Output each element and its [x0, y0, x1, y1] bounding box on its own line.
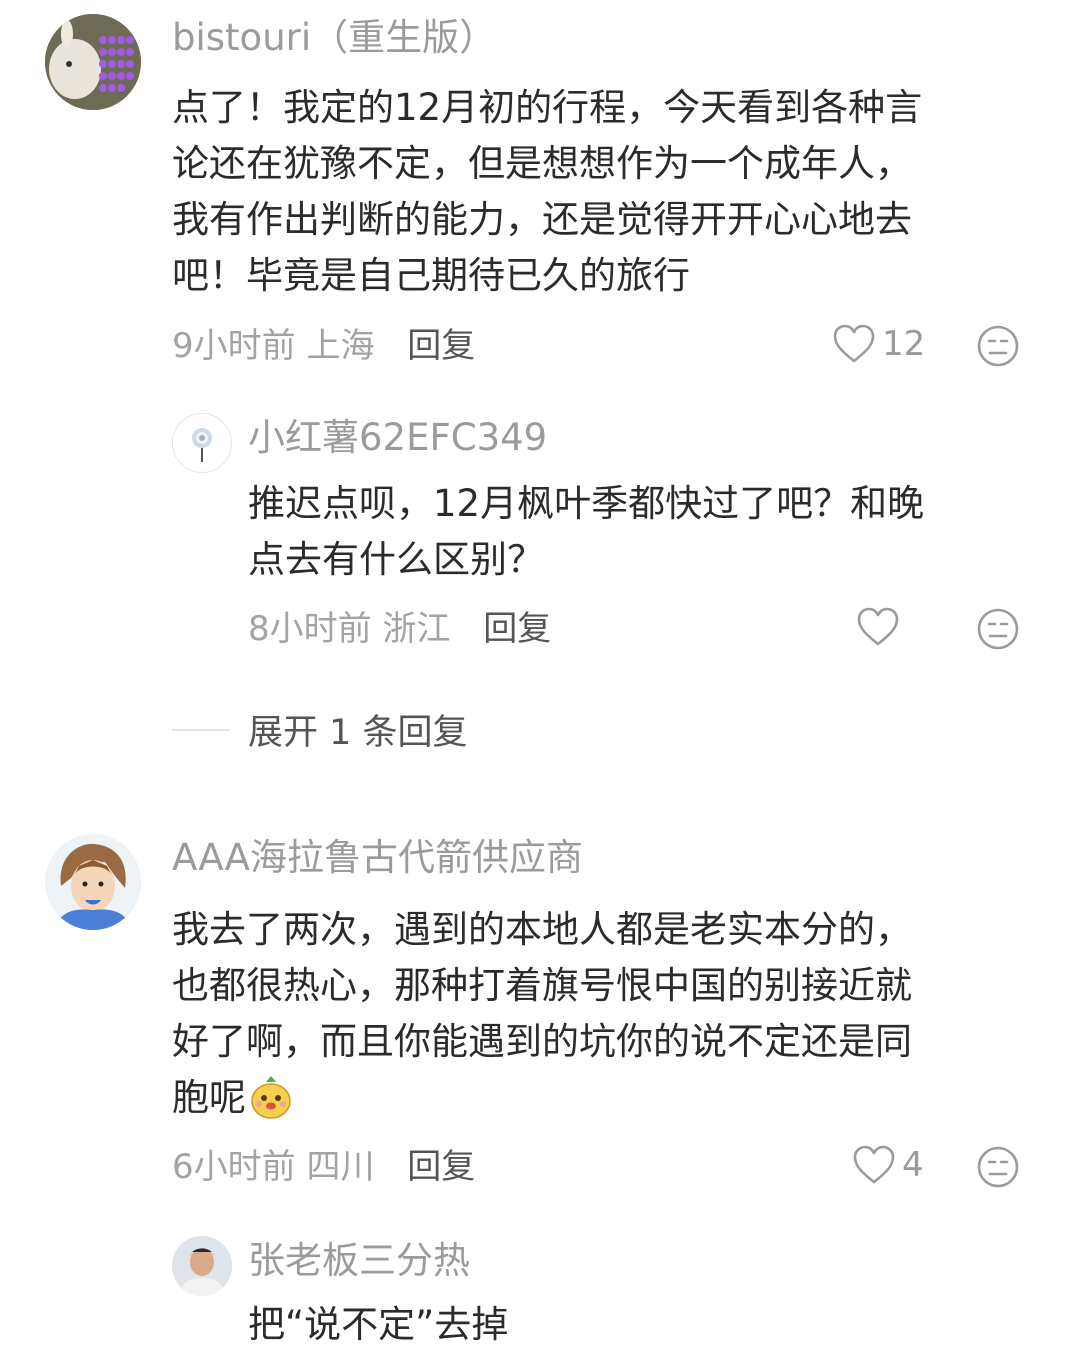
like-button[interactable]: 12 [832, 324, 925, 364]
reply-button[interactable]: 回复 [407, 1147, 475, 1187]
reply-text: 推迟点呗，12月枫叶季都快过了吧？和晚 点去有什么区别？ [248, 476, 924, 588]
like-button[interactable] [856, 607, 900, 647]
avatar[interactable] [172, 413, 232, 473]
timestamp: 8小时前 [248, 609, 372, 649]
reply-button[interactable]: 回复 [407, 326, 475, 366]
comment-line: 我去了两次，遇到的本地人都是老实本分的， [172, 908, 912, 951]
like-button[interactable]: 4 [852, 1145, 924, 1185]
comment-meta: 9小时前 上海 回复 [172, 324, 475, 368]
like-count: 12 [882, 324, 926, 364]
heart-outline-icon [853, 1145, 895, 1184]
timestamp: 9小时前 [172, 326, 296, 366]
comment-meta: 6小时前 四川 回复 [172, 1145, 475, 1189]
divider [172, 728, 230, 731]
reply-text: 把“说不定”去掉 [248, 1297, 508, 1353]
dislike-button[interactable] [976, 324, 1020, 372]
username[interactable]: 小红薯62EFC349 [248, 416, 547, 460]
comment-line: 吧！毕竟是自己期待已久的旅行 [172, 254, 690, 297]
expand-replies-button[interactable]: 展开 1 条回复 [172, 704, 468, 755]
avatar[interactable] [172, 1236, 232, 1296]
meh-face-icon [977, 325, 1019, 367]
comment-line: 点了！我定的12月初的行程，今天看到各种言 [172, 86, 923, 129]
reply-button[interactable]: 回复 [483, 609, 551, 649]
location: 浙江 [382, 609, 451, 649]
username[interactable]: bistouri（重生版） [172, 16, 496, 60]
avatar[interactable] [45, 14, 141, 110]
expand-label: 展开 1 条回复 [248, 713, 468, 753]
dislike-button[interactable] [976, 1145, 1020, 1193]
smiling-pineapple-emoji [248, 1074, 294, 1136]
comment-text: 我去了两次，遇到的本地人都是老实本分的， 也都很热心，那种打着旗号恨中国的别接近… [172, 902, 912, 1136]
meh-face-icon [977, 608, 1019, 650]
comment-line: 我有作出判断的能力，还是觉得开开心心地去 [172, 198, 912, 241]
reply-meta: 8小时前 浙江 回复 [248, 607, 551, 651]
dislike-button[interactable] [976, 607, 1020, 655]
avatar[interactable] [45, 834, 141, 930]
meh-face-icon [977, 1146, 1019, 1188]
comment-text: 点了！我定的12月初的行程，今天看到各种言 论还在犹豫不定，但是想想作为一个成年… [172, 80, 922, 304]
comment-line: 论还在犹豫不定，但是想想作为一个成年人， [172, 142, 912, 185]
heart-outline-icon [833, 324, 875, 363]
heart-outline-icon [857, 607, 899, 646]
reply-line: 点去有什么区别？ [248, 538, 544, 581]
like-count: 4 [902, 1145, 924, 1185]
comment-line: 胞呢 [172, 1076, 246, 1119]
reply-line: 推迟点呗，12月枫叶季都快过了吧？和晚 [248, 482, 925, 525]
location: 上海 [306, 326, 375, 366]
comment-line: 好了啊，而且你能遇到的坑你的说不定还是同 [172, 1020, 912, 1063]
comment-line: 也都很热心，那种打着旗号恨中国的别接近就 [172, 964, 912, 1007]
reply-line: 把“说不定”去掉 [248, 1303, 509, 1346]
username[interactable]: AAA海拉鲁古代箭供应商 [172, 836, 583, 880]
username[interactable]: 张老板三分热 [248, 1239, 470, 1283]
timestamp: 6小时前 [172, 1147, 296, 1187]
location: 四川 [306, 1147, 375, 1187]
